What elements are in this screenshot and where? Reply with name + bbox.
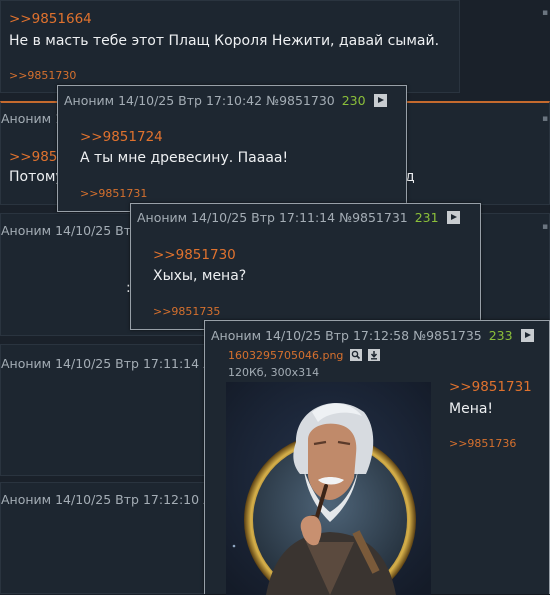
post-text: Не в масть тебе этот Плащ Короля Нежити,… [9,33,440,49]
play-icon[interactable] [520,329,534,342]
quote-link[interactable]: >>9851664 [9,11,92,27]
reply-link[interactable]: >>9851730 [9,69,76,82]
post-count: 230 [341,93,366,108]
post-header: Аноним 14/10/25 Втр [1,223,139,238]
post-image-thumbnail[interactable] [226,382,431,595]
post-popup-9851731: Аноним 14/10/25 Втр 17:11:14 №9851731 23… [130,203,481,330]
play-icon[interactable] [446,211,460,224]
post-header: Аноним 14/10/25 Втр 17:11:14 № [1,356,217,371]
download-icon[interactable] [368,349,381,361]
post-popup-9851735: Аноним 14/10/25 Втр 17:12:58 №9851735 23… [204,320,550,595]
post-header: Аноним 14/10/25 Втр 17:12:10 № [1,492,217,507]
post-header: Аноним 14/10/25 Втр 17:10:42 №9851730 23… [64,93,387,108]
file-info: 1603295705046.png [228,349,381,362]
file-meta: 120Кб, 300x314 [228,366,320,379]
post-menu-icon[interactable]: ▪ [542,8,548,18]
post-text: Потому [9,169,64,185]
post-header: Аноним 14/10/25 Втр 17:12:58 №9851735 23… [211,328,534,343]
post-popup-9851730: Аноним 14/10/25 Втр 17:10:42 №9851730 23… [57,85,407,212]
post-count: 231 [414,210,439,225]
reply-link[interactable]: >>9851731 [80,187,147,200]
search-icon[interactable] [349,349,362,361]
post-author-date: Аноним 14/10/25 Втр 17:11:14 №9851731 [137,210,408,225]
reply-link[interactable]: >>9851736 [449,437,516,450]
reply-link[interactable]: >>9851735 [153,305,220,318]
quote-link[interactable]: >>9851731 [449,379,532,395]
quote-link[interactable]: >>9851730 [153,247,236,263]
play-icon[interactable] [373,94,387,107]
post-author-date: Аноним 14/10/25 Втр 17:12:58 №9851735 [211,328,482,343]
file-name-link[interactable]: 1603295705046.png [228,349,343,362]
post-count: 233 [488,328,513,343]
post-9851730-bg: >>9851664 Не в масть тебе этот Плащ Коро… [0,0,460,93]
post-header: Аноним 14/10/25 Втр 17:11:14 №9851731 23… [137,210,460,225]
post-text: А ты мне древесину. Паааа! [80,150,289,166]
quote-link[interactable]: >>9851724 [80,129,163,145]
post-text: Хыхы, мена? [153,268,247,284]
post-menu-icon[interactable]: ▪ [542,114,548,124]
post-author-date: Аноним 14/10/25 Втр 17:10:42 №9851730 [64,93,335,108]
post-text: Мена! [449,401,494,417]
post-menu-icon[interactable]: ▪ [542,222,548,232]
